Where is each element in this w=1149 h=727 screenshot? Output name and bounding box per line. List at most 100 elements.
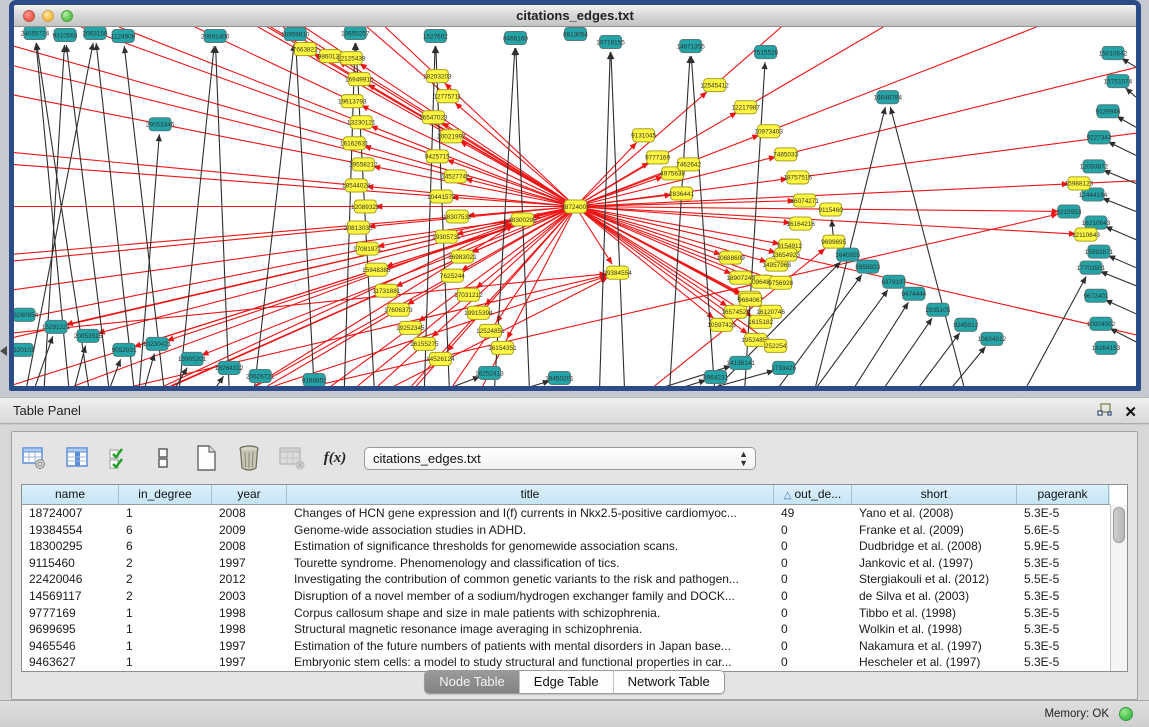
network-node[interactable]: 9672401 xyxy=(1083,289,1108,302)
network-node[interactable]: 18544024 xyxy=(342,179,371,192)
network-node[interactable]: 12125439 xyxy=(337,52,366,65)
network-node[interactable]: 10924502 xyxy=(1087,317,1116,330)
network-node[interactable]: 17031212 xyxy=(454,288,483,301)
network-node[interactable]: 19613793 xyxy=(338,95,367,108)
network-node[interactable]: 18757516 xyxy=(783,171,812,184)
network-node[interactable]: 16648784 xyxy=(874,91,903,104)
network-node[interactable]: 7485033 xyxy=(773,148,798,161)
tab-network-table[interactable]: Network Table xyxy=(614,671,724,693)
network-node[interactable]: 17703501 xyxy=(1077,261,1106,274)
network-node[interactable]: 15992871 xyxy=(1085,245,1114,258)
network-node[interactable]: 19558212 xyxy=(349,158,378,171)
network-node[interactable]: 9474444 xyxy=(901,287,926,300)
new-table-icon[interactable] xyxy=(192,444,220,472)
table-row[interactable]: 2242004622012Investigating the contribut… xyxy=(22,571,1110,588)
close-panel-icon[interactable]: ✕ xyxy=(1124,405,1137,421)
network-node[interactable]: 1615182 xyxy=(748,315,773,328)
network-node[interactable]: 11731881 xyxy=(372,284,400,297)
network-node[interactable]: 23260954 xyxy=(14,308,39,321)
table-settings-icon[interactable] xyxy=(20,444,48,472)
network-node[interactable]: 14527742 xyxy=(441,170,470,183)
float-panel-icon[interactable] xyxy=(1097,403,1112,422)
network-node[interactable]: 8964231 xyxy=(703,370,728,383)
network-node[interactable]: 12524851 xyxy=(476,324,505,337)
network-node[interactable]: 12545412 xyxy=(700,79,729,92)
network-node[interactable]: 9115460 xyxy=(819,203,844,216)
network-node[interactable]: 16154351 xyxy=(488,341,517,354)
network-node[interactable]: 12775711 xyxy=(433,90,461,103)
network-node[interactable]: 17081971 xyxy=(353,242,382,255)
network-node[interactable]: 10719155 xyxy=(596,36,625,49)
function-builder-icon[interactable]: f(x) xyxy=(321,444,349,472)
network-canvas[interactable]: 1872400724055724931056320631581124908206… xyxy=(14,27,1136,386)
memory-status-indicator-icon[interactable] xyxy=(1119,707,1133,721)
network-node[interactable]: 8466160 xyxy=(503,32,528,45)
network-node[interactable]: 19450201 xyxy=(545,371,574,384)
network-node[interactable]: 10597423 xyxy=(707,318,736,331)
network-node[interactable]: 9777169 xyxy=(645,151,670,164)
network-node[interactable]: 8813054 xyxy=(563,28,588,41)
network-node[interactable]: 12089321 xyxy=(351,200,380,213)
network-node[interactable]: 18203203 xyxy=(423,70,452,83)
network-node[interactable]: 13654923 xyxy=(771,248,800,261)
network-node[interactable]: 18307533 xyxy=(443,210,472,223)
network-node[interactable]: 16983021 xyxy=(448,250,477,263)
network-node[interactable]: 9425715 xyxy=(425,150,450,163)
network-node[interactable]: 16547023 xyxy=(419,111,448,124)
network-node[interactable]: 14671355 xyxy=(676,40,705,53)
network-node[interactable]: 3215953 xyxy=(1056,205,1081,218)
network-node[interactable]: 2063158 xyxy=(83,27,108,40)
network-node[interactable]: 16074271 xyxy=(790,194,819,207)
network-node[interactable]: 12110643 xyxy=(1072,228,1100,241)
network-node[interactable]: 18907249 xyxy=(726,271,755,284)
scrollbar-thumb[interactable] xyxy=(1113,507,1125,543)
network-node[interactable]: 7663822 xyxy=(293,43,318,56)
network-node[interactable]: 10441572 xyxy=(427,190,456,203)
table-row[interactable]: 977716911998Corpus callosum shape and si… xyxy=(22,605,1110,622)
table-row[interactable]: 969969511998Structural magnetic resonanc… xyxy=(22,621,1110,638)
network-node[interactable]: 19915394 xyxy=(464,306,493,319)
network-node[interactable]: 7625244 xyxy=(440,269,465,282)
network-node[interactable]: 16155275 xyxy=(410,337,439,350)
network-node[interactable]: 10655257 xyxy=(341,27,370,40)
network-node[interactable]: 20626721 xyxy=(246,369,275,382)
network-node[interactable]: 9052031 xyxy=(112,343,137,356)
network-node[interactable]: 19384554 xyxy=(603,266,632,279)
table-row[interactable]: 1830029562008Estimation of significance … xyxy=(22,538,1110,555)
network-node[interactable]: 10973403 xyxy=(754,125,783,138)
select-all-rows-icon[interactable] xyxy=(106,444,134,472)
network-node[interactable]: 16164216 xyxy=(786,217,815,230)
column-header-title[interactable]: title xyxy=(287,485,774,504)
network-node[interactable]: 8958923 xyxy=(855,260,880,273)
table-selector-dropdown[interactable]: citations_edges.txt ▲▼ xyxy=(364,447,756,470)
network-node[interactable]: 15948385 xyxy=(362,263,391,276)
network-node[interactable]: 10230421 xyxy=(143,337,172,350)
row-layout-icon[interactable] xyxy=(149,444,177,472)
table-row[interactable]: 1456911722003Disruption of a novel membe… xyxy=(22,588,1110,605)
network-node[interactable]: 19305731 xyxy=(432,230,461,243)
network-node[interactable]: 15905201 xyxy=(178,352,207,365)
column-header-out_degree[interactable]: △out_de... xyxy=(774,485,852,504)
network-node[interactable]: 24055724 xyxy=(21,27,50,40)
network-node[interactable]: 17606373 xyxy=(384,303,413,316)
column-header-year[interactable]: year xyxy=(212,485,287,504)
network-node[interactable]: 9684067 xyxy=(738,293,763,306)
network-node[interactable]: 20053515 xyxy=(74,329,103,342)
tab-edge-table[interactable]: Edge Table xyxy=(520,671,614,693)
network-node[interactable]: 18300295 xyxy=(508,213,537,226)
column-header-in_degree[interactable]: in_degree xyxy=(119,485,212,504)
network-node[interactable]: 16162631 xyxy=(340,137,369,150)
network-window-titlebar[interactable]: citations_edges.txt xyxy=(14,5,1136,27)
network-node[interactable]: 2935105 xyxy=(925,303,950,316)
network-node[interactable]: 16252413 xyxy=(475,366,504,379)
network-node[interactable]: 10834012 xyxy=(978,332,1007,345)
table-row[interactable]: 1938455462009Genome-wide association stu… xyxy=(22,522,1110,539)
network-node[interactable]: 16949910 xyxy=(345,73,374,86)
network-node[interactable]: 18724007 xyxy=(561,200,590,213)
network-node[interactable]: 7515526 xyxy=(753,46,778,59)
network-node[interactable]: 18264153 xyxy=(1092,341,1121,354)
network-node[interactable]: 18264312 xyxy=(215,361,244,374)
network-node[interactable]: 16210643 xyxy=(1082,216,1111,229)
network-node[interactable]: 19252345 xyxy=(396,321,425,334)
network-node[interactable]: 9320103 xyxy=(14,343,35,356)
